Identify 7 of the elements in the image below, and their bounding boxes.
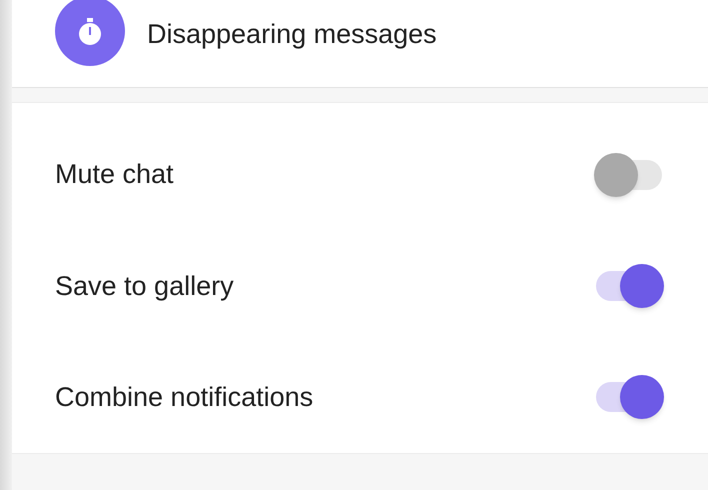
toggle-switch[interactable] <box>594 264 664 308</box>
setting-label: Combine notifications <box>55 381 314 414</box>
setting-label: Save to gallery <box>55 270 234 303</box>
menu-item-label[interactable]: Disappearing messages <box>147 14 437 54</box>
setting-label: Mute chat <box>55 158 174 192</box>
toggle-switch[interactable] <box>594 375 664 420</box>
toggle-switch[interactable] <box>594 152 664 197</box>
